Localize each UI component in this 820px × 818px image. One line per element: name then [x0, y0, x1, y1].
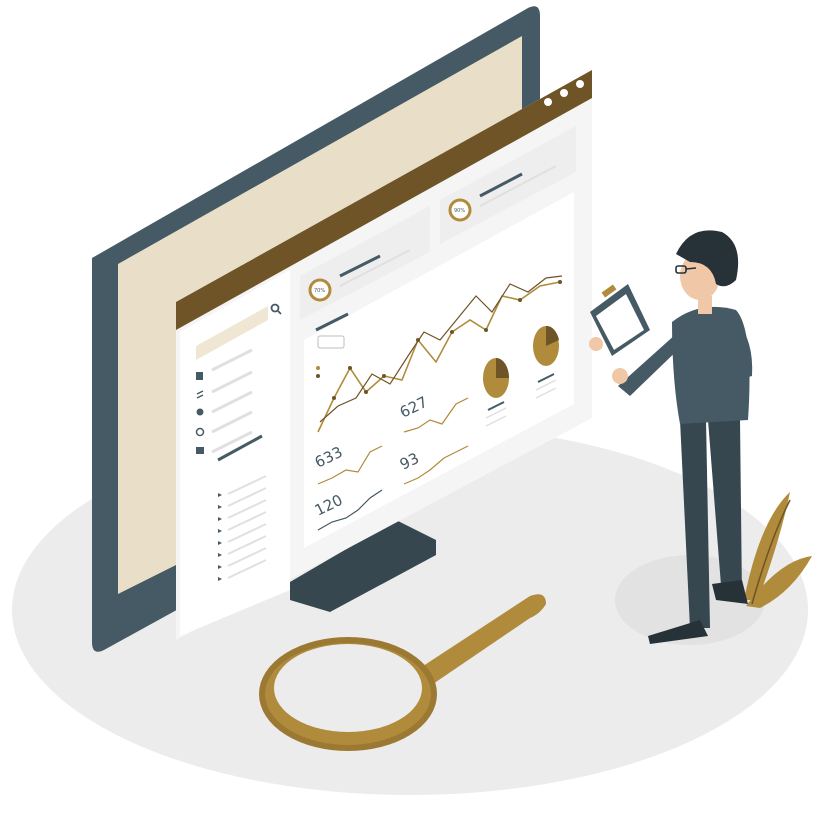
- pie-chart-2: [533, 325, 559, 366]
- lightbulb-icon[interactable]: [196, 408, 204, 416]
- calendar-icon[interactable]: [196, 372, 203, 380]
- gauge-2-label: 90%: [454, 208, 465, 214]
- chart-filter-dropdown[interactable]: [317, 335, 345, 349]
- legend-dot-1: [316, 366, 320, 370]
- pie-chart-1: [483, 358, 509, 398]
- gauge-1: 70%: [308, 278, 332, 302]
- gauge-1-label: 70%: [314, 288, 325, 294]
- gauge-2: 90%: [448, 198, 472, 222]
- team-icon[interactable]: [196, 447, 204, 454]
- legend-dot-2: [316, 374, 320, 378]
- person-hand-2: [589, 337, 603, 351]
- illustration: 70% 90% 627 633 93 120: [12, 6, 812, 795]
- person-hand: [612, 368, 628, 384]
